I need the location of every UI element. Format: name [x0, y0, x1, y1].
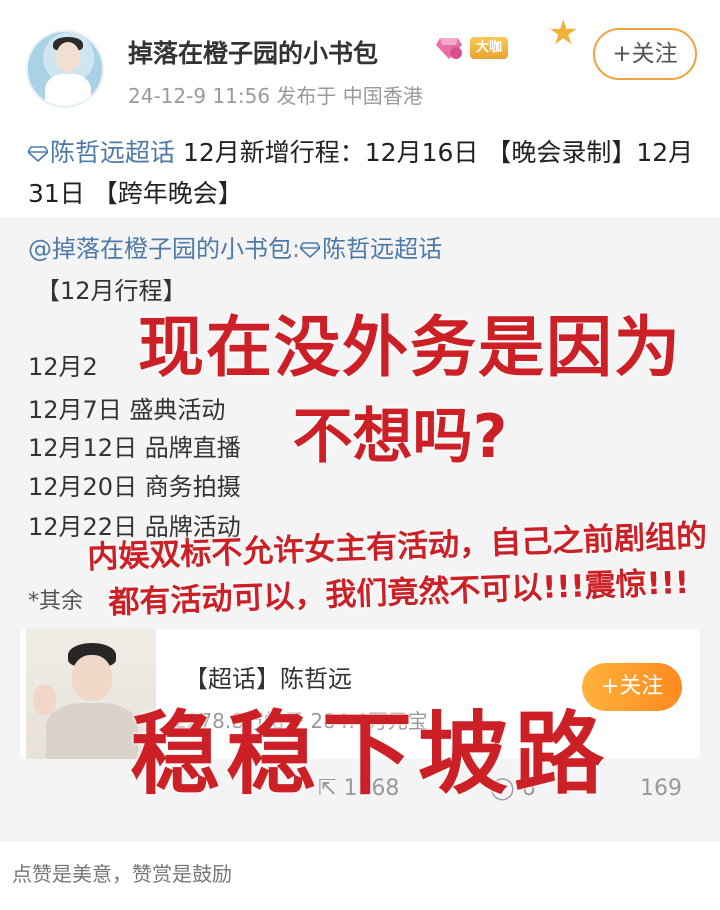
- post-header: 掉落在橙子园的小书包 大咖 24-12-9 11:56 发布于 中国香港 ★ +…: [0, 0, 720, 120]
- repost-topic-link[interactable]: 陈哲远超话: [322, 235, 442, 263]
- star-decoration-icon: ★: [548, 13, 579, 53]
- schedule-note: *其余: [28, 589, 84, 614]
- super-topic-icon: [300, 242, 321, 258]
- overlay-caption-2: 不想吗?: [292, 402, 508, 472]
- topic-link[interactable]: 陈哲远超话: [28, 138, 183, 167]
- schedule-item: 12月20日 商务拍摄: [28, 473, 241, 501]
- username[interactable]: 掉落在橙子园的小书包: [128, 34, 378, 70]
- post-body: 陈哲远超话 12月新增行程：12月16日 【晚会录制】12月31日 【跨年晚会】: [28, 132, 698, 214]
- schedule-title: 【12月行程】: [36, 277, 187, 305]
- post-meta: 24-12-9 11:56 发布于 中国香港: [128, 84, 423, 108]
- overlay-caption-4: 稳稳下坡路: [130, 702, 610, 807]
- reward-prompt: 点赞是美意，赞赏是鼓励: [12, 862, 232, 886]
- level-badge: 大咖: [470, 37, 509, 59]
- vip-gem-icon: [436, 38, 462, 59]
- repost-author[interactable]: @掉落在橙子园的小书包: [28, 235, 292, 263]
- divider: [0, 830, 720, 842]
- avatar[interactable]: [26, 30, 104, 108]
- follow-button[interactable]: +关注: [593, 28, 697, 80]
- overlay-caption-1: 现在没外务是因为: [138, 309, 682, 386]
- schedule-item: 12月2: [28, 353, 98, 381]
- super-topic-icon: [28, 146, 48, 162]
- card-title: 【超话】陈哲远: [184, 665, 352, 693]
- repost-author-line: @掉落在橙子园的小书包: 陈哲远超话: [28, 235, 443, 263]
